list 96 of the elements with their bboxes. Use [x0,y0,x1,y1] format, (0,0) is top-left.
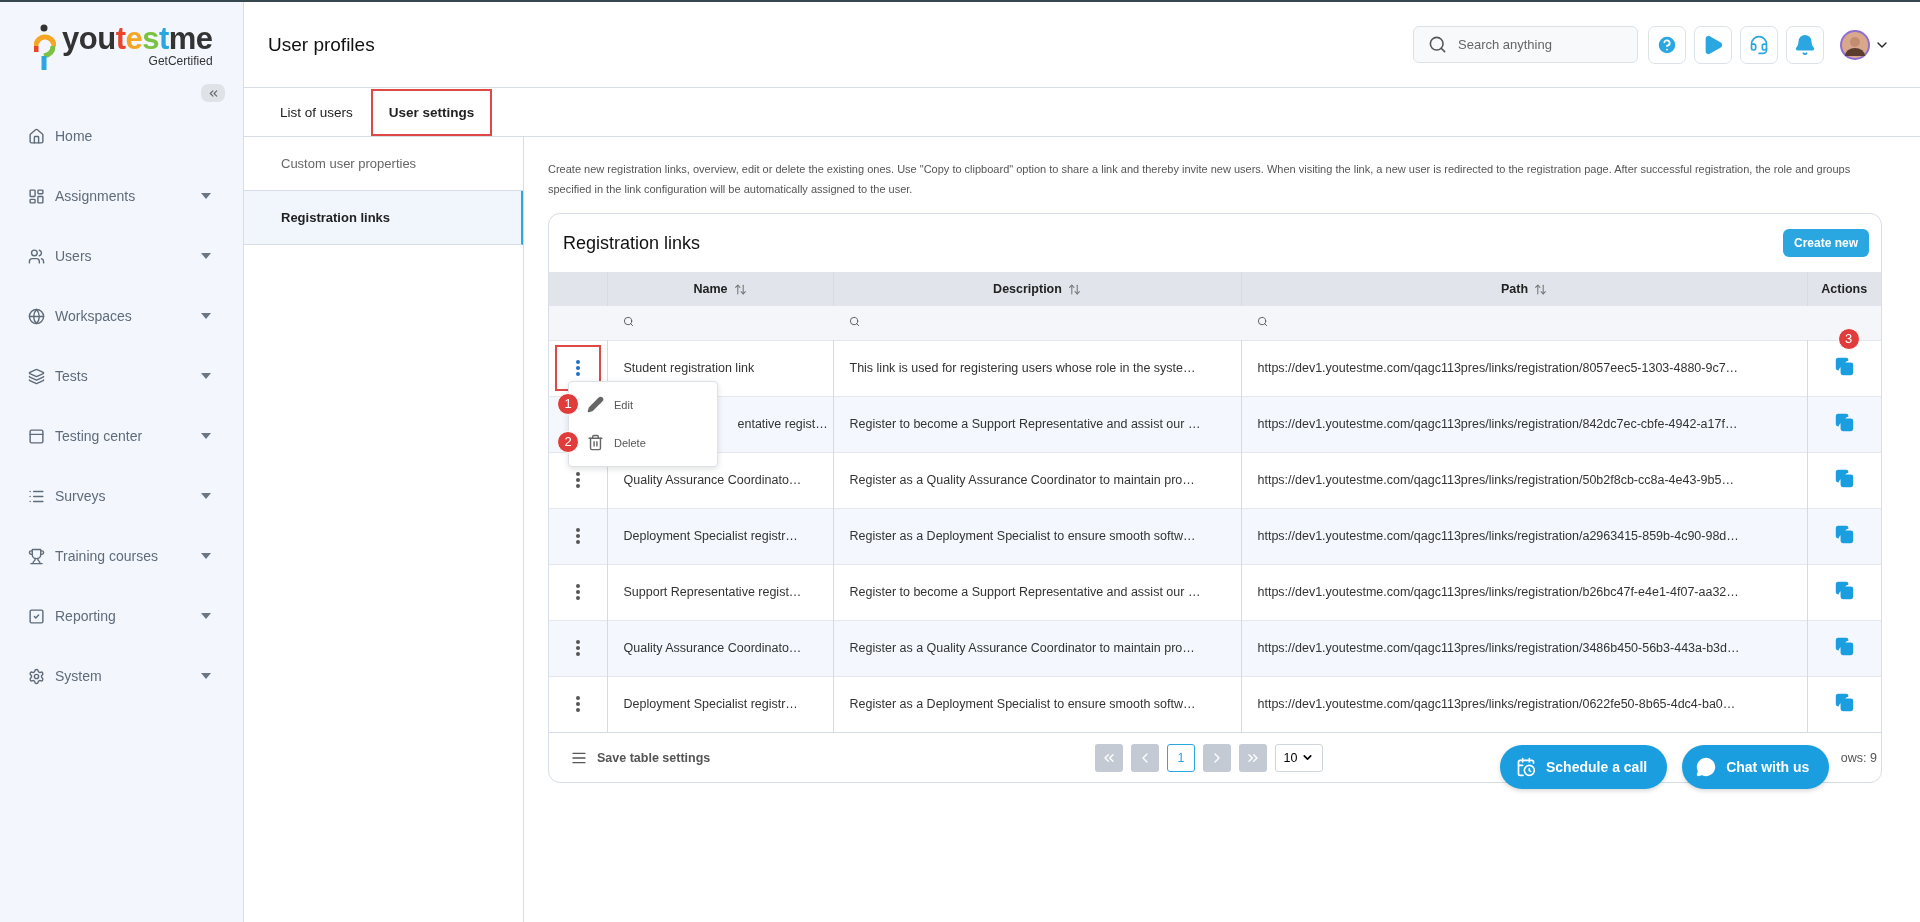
sort-icon [733,282,747,296]
kebab-icon [575,472,580,488]
logo-tagline: GetCertified [148,54,213,68]
trash-icon [587,434,604,451]
column-header: Actions [1807,272,1881,306]
copy-icon [1834,357,1854,376]
kebab-icon [575,640,580,656]
table-cell: Register as a Deployment Specialist to ensure smooth softw… [833,676,1241,732]
copy-icon [1834,637,1854,656]
column-header[interactable]: Name [607,272,833,306]
sidebar-item[interactable]: Surveys [0,466,243,526]
bell-icon [1794,33,1816,56]
sidebar-item[interactable]: Home [0,106,243,166]
help-icon [1656,33,1678,56]
checkbox-icon [28,607,45,625]
sidebar-item[interactable]: System [0,646,243,706]
first-page-button[interactable] [1095,743,1123,772]
kebab-icon [575,584,580,600]
kebab-icon [575,360,580,376]
copy-button[interactable] [1834,413,1854,432]
sidebar-item[interactable]: Tests [0,346,243,406]
home-icon [28,127,45,145]
caret-down-icon [201,613,211,619]
tab[interactable]: User settings [370,89,493,136]
help-button[interactable] [1648,25,1686,64]
headset-button[interactable] [1740,25,1778,64]
calendar-icon [1516,757,1536,777]
sidebar-item[interactable]: Users [0,226,243,286]
next-page-button[interactable] [1203,743,1231,772]
globe-icon [28,307,45,325]
chat-bubble-icon [1696,757,1717,777]
copy-button[interactable] [1834,581,1854,600]
subnav-item[interactable]: Registration links [244,191,523,245]
filter-search-icon[interactable] [849,315,860,327]
caret-down-icon [201,313,211,319]
settings-icon [28,667,45,685]
copy-icon [1834,413,1854,432]
tab[interactable]: List of users [262,89,371,136]
trophy-icon [28,547,45,565]
caret-down-icon [201,493,211,499]
create-new-button[interactable]: Create new [1782,229,1869,257]
filter-search-icon[interactable] [1257,315,1268,327]
table-cell: https://dev1.youtestme.com/qagc113pres/links/registration/0622fe50-8b65-4dc4-ba0… [1241,676,1807,732]
kebab-icon [575,528,580,544]
pencil-icon [587,396,604,413]
avatar[interactable] [1840,29,1870,60]
users-icon [28,247,45,265]
play-button[interactable] [1694,25,1732,64]
search-icon [1428,35,1447,54]
caret-down-icon [201,253,211,259]
page-button[interactable]: 1 [1167,743,1195,772]
notifications-button[interactable] [1786,25,1824,64]
stacked-squares-icon [28,367,45,385]
card-title: Registration links [563,232,701,254]
collapse-button[interactable] [201,84,225,102]
column-header[interactable]: Path [1241,272,1807,306]
copy-icon [1834,693,1854,713]
sidebar-item[interactable]: Assignments [0,166,243,226]
search-field[interactable]: Search anything [1413,26,1638,63]
dashboard-icon [28,187,45,205]
sort-icon [1067,282,1081,296]
table-cell: Deployment Specialist registr… [607,676,833,732]
sidebar-item[interactable]: Workspaces [0,286,243,346]
copy-icon [1834,469,1854,488]
copy-button[interactable] [1834,693,1854,713]
copy-icon [1834,581,1854,600]
chat-button[interactable]: Chat with us [1682,745,1830,789]
caret-down-icon [201,373,211,379]
caret-down-icon [201,193,211,199]
page-size-select[interactable]: 10 [1275,743,1323,772]
description-text: Create new registration links, overview, edit or delete the existing ones. Use "Copy to clipboard" option to share a link and thereby invite new users. When visiting the link, a new user is redirected to the registration page. After successful registration, the role and groups specified in the link configuration will be automatically assigned to the user. [548,162,1852,197]
schedule-call-button[interactable]: Schedule a call [1500,745,1668,789]
sidebar-item[interactable]: Testing center [0,406,243,466]
last-page-button[interactable] [1239,743,1267,772]
page-title: User profiles [268,33,376,56]
copy-button[interactable] [1834,357,1854,376]
logo-wordmark: youtestme [62,24,213,54]
search-input[interactable]: Search anything [1456,36,1606,53]
save-table-settings-button[interactable]: Save table settings [571,749,711,766]
previous-page-button[interactable] [1131,743,1159,772]
sidebar-item[interactable]: Training courses [0,526,243,586]
column-header[interactable]: Description [833,272,1241,306]
sidebar-item[interactable]: Reporting [0,586,243,646]
panel-icon [28,427,45,445]
kebab-icon [575,696,580,713]
copy-icon [1834,525,1854,544]
copy-button[interactable] [1834,469,1854,488]
caret-down-icon [201,553,211,559]
copy-button[interactable] [1834,637,1854,656]
copy-button[interactable] [1834,525,1854,544]
caret-down-icon [201,673,211,679]
headset-icon [1749,34,1769,55]
sort-icon [1534,282,1548,296]
caret-down-icon [201,433,211,439]
filter-search-icon[interactable] [623,315,634,327]
rows-count: ows: 9 [1840,750,1877,765]
